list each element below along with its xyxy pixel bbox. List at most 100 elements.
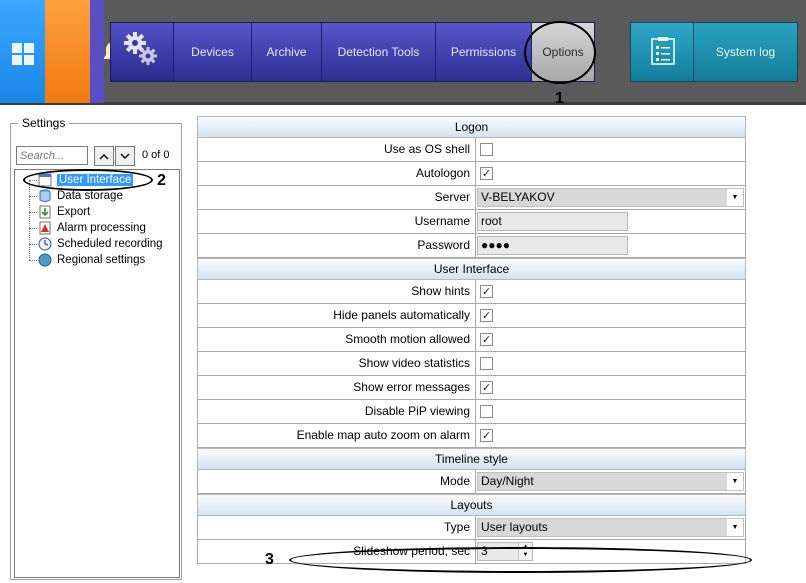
main-navigation: Devices Archive Detection Tools Permissi… [110, 22, 595, 82]
search-next-button[interactable] [115, 146, 135, 166]
windows-menu-button[interactable] [0, 0, 45, 103]
clock-icon [38, 237, 52, 251]
tab-devices[interactable]: Devices [174, 23, 252, 81]
search-input[interactable] [16, 146, 88, 165]
tree-item-export[interactable]: Export [38, 204, 90, 220]
tab-detection-tools[interactable]: Detection Tools [322, 23, 436, 81]
section-header-timeline-style: Timeline style [197, 448, 746, 470]
side-strip [90, 0, 104, 103]
row-type: Type User layouts ▼ [197, 516, 746, 540]
tree-connector [29, 196, 37, 197]
smooth-motion-label: Smooth motion allowed [198, 328, 476, 351]
tree-item-label: Regional settings [57, 254, 146, 266]
tree-item-label: Alarm processing [57, 222, 146, 234]
row-hide-panels: Hide panels automatically ✓ [197, 304, 746, 328]
autologon-checkbox[interactable]: ✓ [480, 167, 493, 180]
row-show-video-stats: Show video statistics [197, 352, 746, 376]
chevron-up-icon [99, 153, 109, 159]
tab-archive[interactable]: Archive [252, 23, 322, 81]
tree-connector [29, 228, 37, 229]
annotation-ellipse-3 [289, 547, 752, 573]
row-use-os-shell: Use as OS shell [197, 138, 746, 162]
clipboard-list-icon [651, 37, 675, 65]
username-label: Username [198, 210, 476, 233]
dropdown-arrow-icon: ▼ [727, 189, 743, 206]
hide-panels-label: Hide panels automatically [198, 304, 476, 327]
smooth-motion-checkbox[interactable]: ✓ [480, 333, 493, 346]
show-errors-checkbox[interactable]: ✓ [480, 381, 493, 394]
annotation-ellipse-2 [23, 169, 153, 191]
alarms-button[interactable] [45, 0, 123, 103]
database-icon [39, 189, 51, 202]
row-smooth-motion: Smooth motion allowed ✓ [197, 328, 746, 352]
server-select[interactable]: V-BELYAKOV ▼ [477, 188, 744, 207]
show-video-stats-checkbox[interactable] [480, 357, 493, 370]
show-video-stats-label: Show video statistics [198, 352, 476, 375]
gears-icon [124, 32, 157, 65]
tree-item-regional-settings[interactable]: Regional settings [38, 252, 145, 268]
row-server: Server V-BELYAKOV ▼ [197, 186, 746, 210]
tab-permissions[interactable]: Permissions [436, 23, 532, 81]
use-os-shell-label: Use as OS shell [198, 138, 476, 161]
disable-pip-checkbox[interactable] [480, 405, 493, 418]
system-log-button[interactable]: System log [694, 23, 797, 81]
search-result-count: 0 of 0 [142, 149, 170, 161]
top-toolbar: Devices Archive Detection Tools Permissi… [0, 0, 806, 105]
type-value: User layouts [481, 520, 548, 534]
section-header-layouts: Layouts [197, 494, 746, 516]
mode-value: Day/Night [481, 474, 534, 488]
row-disable-pip: Disable PiP viewing [197, 400, 746, 424]
options-form: Logon Use as OS shell Autologon ✓ Server… [197, 116, 746, 564]
tree-item-label: Export [57, 206, 91, 218]
tree-item-scheduled-recording[interactable]: Scheduled recording [38, 236, 163, 252]
row-map-auto-zoom: Enable map auto zoom on alarm ✓ [197, 424, 746, 448]
row-autologon: Autologon ✓ [197, 162, 746, 186]
annotation-number-1: 1 [555, 90, 564, 107]
map-auto-zoom-label: Enable map auto zoom on alarm [198, 424, 476, 447]
annotation-number-3: 3 [265, 551, 274, 568]
row-show-hints: Show hints ✓ [197, 280, 746, 304]
tree-item-alarm-processing[interactable]: Alarm processing [38, 220, 146, 236]
windows-icon [12, 43, 34, 65]
row-username: Username root [197, 210, 746, 234]
map-auto-zoom-checkbox[interactable]: ✓ [480, 429, 493, 442]
settings-title: Settings [18, 116, 70, 130]
row-mode: Mode Day/Night ▼ [197, 470, 746, 494]
search-prev-button[interactable] [94, 146, 114, 166]
use-os-shell-checkbox[interactable] [480, 143, 493, 156]
password-label: Password [198, 234, 476, 257]
show-errors-label: Show error messages [198, 376, 476, 399]
globe-icon [38, 253, 52, 267]
mode-label: Mode [198, 470, 476, 493]
alarm-icon [39, 221, 51, 235]
disable-pip-label: Disable PiP viewing [198, 400, 476, 423]
chevron-down-icon [120, 153, 130, 159]
tree-connector [29, 260, 37, 261]
system-log-group: System log [630, 22, 798, 82]
show-hints-checkbox[interactable]: ✓ [480, 285, 493, 298]
autologon-label: Autologon [198, 162, 476, 185]
annotation-ellipse-1 [524, 21, 596, 84]
section-header-logon: Logon [197, 116, 746, 138]
annotation-number-2: 2 [157, 172, 166, 189]
mode-select[interactable]: Day/Night ▼ [477, 472, 744, 491]
dropdown-arrow-icon: ▼ [727, 519, 743, 536]
system-log-icon-button[interactable] [631, 23, 694, 81]
username-field[interactable]: root [477, 212, 628, 231]
password-field[interactable]: ●●●● [477, 236, 628, 255]
show-hints-label: Show hints [198, 280, 476, 303]
type-select[interactable]: User layouts ▼ [477, 518, 744, 537]
section-header-user-interface: User Interface [197, 258, 746, 280]
dropdown-arrow-icon: ▼ [727, 473, 743, 490]
row-password: Password ●●●● [197, 234, 746, 258]
server-label: Server [198, 186, 476, 209]
tree-connector [29, 212, 37, 213]
row-show-errors: Show error messages ✓ [197, 376, 746, 400]
hide-panels-checkbox[interactable]: ✓ [480, 309, 493, 322]
export-icon [39, 205, 51, 219]
tree-connector [29, 180, 30, 260]
tree-connector [29, 244, 37, 245]
type-label: Type [198, 516, 476, 539]
tree-item-label: Data storage [57, 190, 123, 202]
settings-cog-button[interactable] [111, 23, 174, 81]
